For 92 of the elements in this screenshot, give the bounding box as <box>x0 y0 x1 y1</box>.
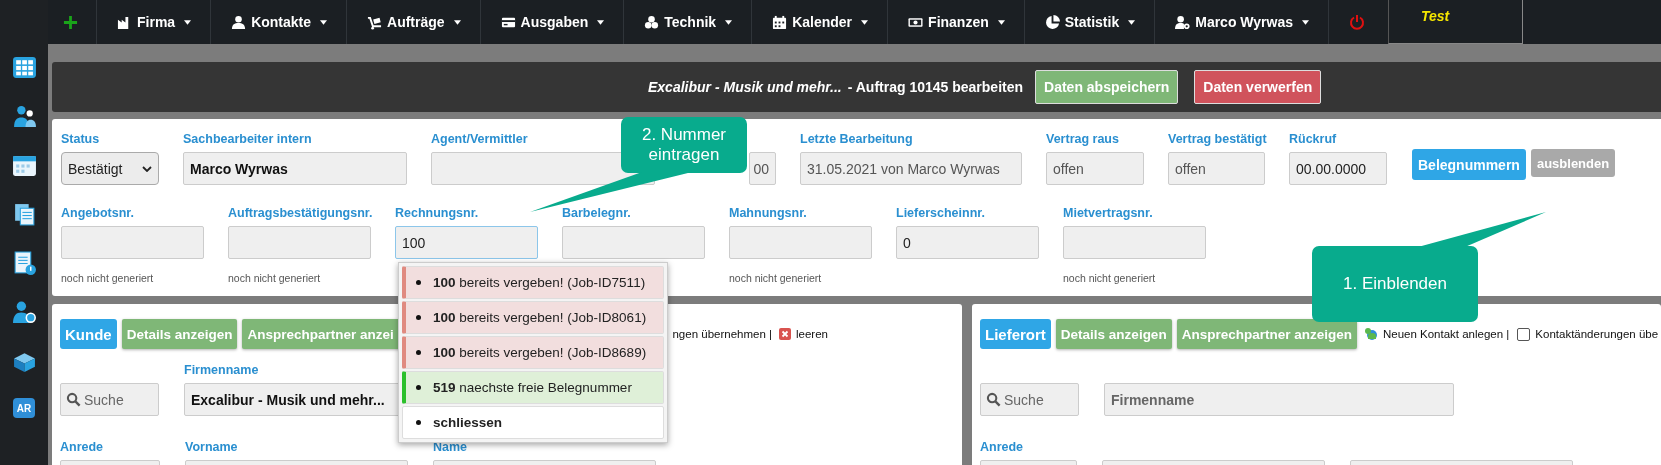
caret-icon <box>597 19 605 25</box>
clear-link[interactable]: leeren <box>796 328 828 340</box>
field-label: Firmenname <box>184 363 259 379</box>
caret-icon <box>1302 19 1309 25</box>
search-icon <box>986 392 1001 407</box>
user-gear-icon <box>1175 14 1191 30</box>
nav-menu[interactable]: Ausgaben <box>479 0 624 44</box>
nav-menu[interactable]: Technik <box>623 0 752 44</box>
field-label: Lieferscheinnr. <box>896 206 985 222</box>
caret-icon <box>1128 19 1136 25</box>
search-field[interactable]: Suche <box>60 383 159 416</box>
field-label: Vertrag raus <box>1046 132 1119 148</box>
callout-text: 1. Einblenden <box>1342 272 1448 295</box>
field-label: Rechnungsnr. <box>395 206 479 222</box>
field-hint: noch nicht generiert <box>1063 272 1157 284</box>
nav-menu[interactable]: Firma <box>96 0 211 44</box>
field-label: Rückruf <box>1289 132 1337 148</box>
nav-menu[interactable]: Marco Wyrwas <box>1154 0 1328 44</box>
user-euro-icon[interactable] <box>11 300 37 325</box>
environment-label: Test <box>1421 8 1450 25</box>
field-label: Letzte Bearbeitung <box>800 132 913 148</box>
input-field[interactable] <box>562 226 705 259</box>
field-hint: noch nicht generiert <box>729 272 823 284</box>
field-label: Barbelegnr. <box>562 206 631 222</box>
field-label: Mietvertragsnr. <box>1063 206 1153 222</box>
caret-icon <box>725 19 733 25</box>
nav-menu[interactable]: Statistik <box>1023 0 1155 44</box>
hand-truck-icon <box>367 14 383 30</box>
input-field[interactable] <box>61 226 204 259</box>
input-field[interactable]: 00.00.0000 <box>1289 152 1387 185</box>
input-field[interactable]: 00 <box>749 152 776 185</box>
nav-menu[interactable]: Finanzen <box>887 0 1024 44</box>
discard-button[interactable]: Daten verwerfen <box>1194 70 1322 104</box>
grid-icon[interactable] <box>11 55 37 80</box>
caret-icon <box>320 19 328 25</box>
chevron-icon <box>142 165 152 172</box>
field-label: Auftragsbestätigungsnr. <box>228 206 373 222</box>
suggestion-item[interactable]: 100 bereits vergeben! (Job-ID8689) <box>402 336 664 369</box>
checkbox[interactable] <box>1517 327 1531 341</box>
input-field[interactable]: 0 <box>896 226 1039 259</box>
input-field[interactable] <box>1063 226 1206 259</box>
clear-icon[interactable] <box>779 328 791 340</box>
company-name: Excalibur - Musik und mehr... <box>648 79 842 95</box>
power-icon[interactable] <box>1349 14 1365 30</box>
plus-icon[interactable] <box>63 14 78 30</box>
calendar-icon[interactable] <box>11 153 37 178</box>
nav-menu[interactable]: Kontakte <box>210 0 347 44</box>
caret-icon <box>997 19 1005 25</box>
field-label: Status <box>61 132 100 148</box>
circles-icon <box>644 14 660 30</box>
field-label: Mahnungsnr. <box>729 206 807 222</box>
users-icon[interactable] <box>11 104 37 129</box>
field-hint: noch nicht generiert <box>61 272 155 284</box>
field-label: Vertrag bestätigt <box>1168 132 1267 148</box>
person-icon <box>231 14 247 30</box>
input-field[interactable]: offen <box>1046 152 1144 185</box>
field-label: Vorname <box>185 440 238 456</box>
field-label: Name <box>433 440 468 456</box>
status-select[interactable]: Bestätigt <box>61 152 159 185</box>
apply-changes-text: ngen übernehmen | <box>672 328 772 340</box>
nav-menu[interactable]: Aufträge <box>346 0 480 44</box>
calendar-icon <box>772 14 788 30</box>
input-field[interactable]: Marco Wyrwas <box>183 152 407 185</box>
field-label: Anrede <box>980 440 1024 456</box>
search-field[interactable]: Suche <box>980 383 1079 416</box>
suggestion-item[interactable]: schliessen <box>402 406 664 439</box>
suggestion-item[interactable]: 519 naechste freie Belegnummer <box>402 371 664 404</box>
caret-icon <box>184 19 192 25</box>
search-icon <box>66 392 81 407</box>
input-field[interactable]: 31.05.2021 von Marco Wyrwas <box>800 152 1022 185</box>
field-label: Sachbearbeiter intern <box>183 132 312 148</box>
field-label: Angebotsnr. <box>61 206 134 222</box>
company-field[interactable]: Firmenname <box>1104 383 1454 416</box>
input-field[interactable] <box>228 226 371 259</box>
pie-chart-icon <box>1044 14 1060 30</box>
caret-icon <box>453 19 461 25</box>
suggestion-item[interactable]: 100 bereits vergeben! (Job-ID8061) <box>402 301 664 334</box>
document-alert-icon[interactable] <box>11 251 37 276</box>
field-label: Anrede <box>60 440 104 456</box>
new-contact-link[interactable]: Neuen Kontakt anlegen | <box>1382 328 1510 340</box>
suggestion-item[interactable]: 100 bereits vergeben! (Job-ID7511) <box>402 266 664 299</box>
company-field[interactable]: Excalibur - Musik und mehr... <box>184 383 400 416</box>
caret-icon <box>861 19 869 25</box>
field-hint: noch nicht generiert <box>228 272 322 284</box>
input-field[interactable]: offen <box>1168 152 1265 185</box>
nav-menu[interactable]: Kalender <box>751 0 888 44</box>
field-label: Agent/Vermittler <box>431 132 528 148</box>
input-field[interactable] <box>729 226 872 259</box>
page-title: - Auftrag 10145 bearbeiten <box>847 79 1024 95</box>
input-field[interactable]: 100 <box>395 226 538 259</box>
checkbox-label: Kontaktänderungen übe <box>1535 328 1659 340</box>
callout-text: 2. Nummer eintragen <box>640 123 728 166</box>
